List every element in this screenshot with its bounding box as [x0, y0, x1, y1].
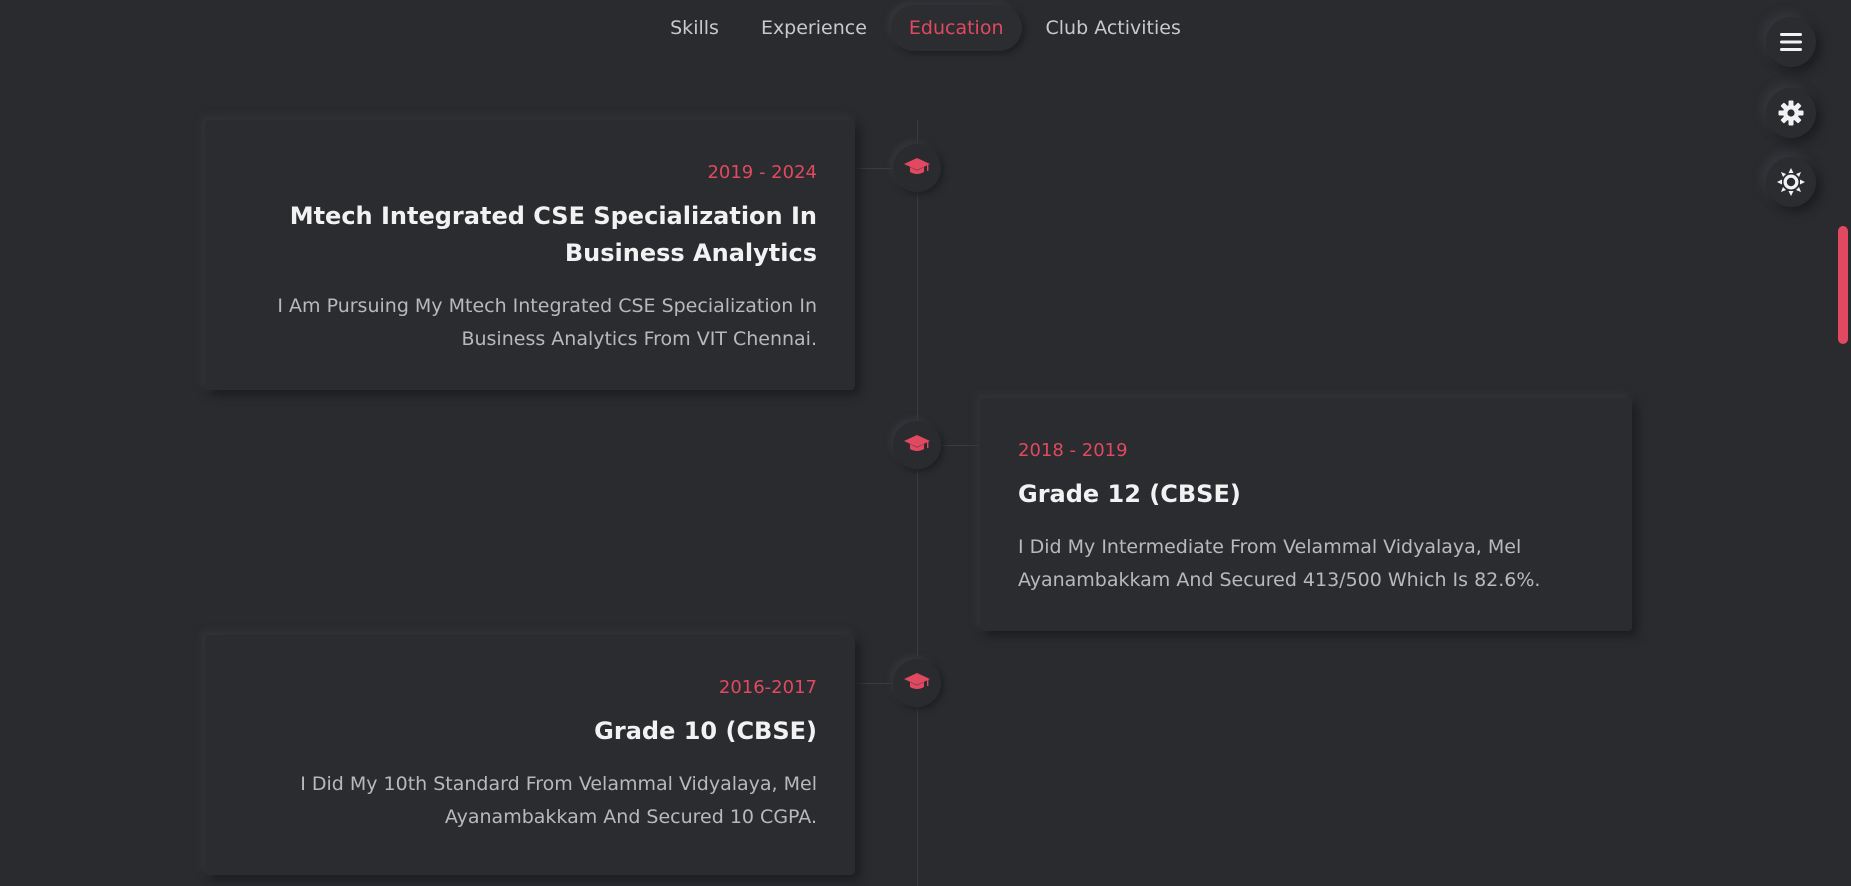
education-years: 2018 - 2019	[1018, 440, 1128, 461]
timeline-node	[893, 144, 941, 192]
timeline-connector	[856, 168, 894, 169]
scrollbar-thumb[interactable]	[1838, 226, 1848, 344]
education-title: Grade 12 (CBSE)	[1018, 480, 1241, 508]
education-description: I Did My Intermediate From Velammal Vidy…	[1018, 536, 1541, 591]
education-card: 2016-2017 Grade 10 (CBSE) I Did My 10th …	[205, 635, 855, 875]
timeline-connector	[941, 445, 979, 446]
sun-icon	[1777, 168, 1805, 196]
graduation-cap-icon	[904, 156, 930, 180]
education-years: 2016-2017	[718, 677, 817, 698]
education-card: 2019 - 2024 Mtech Integrated CSE Special…	[205, 120, 855, 390]
section-tabs: Skills Experience Education Club Activit…	[0, 5, 1851, 51]
settings-button[interactable]	[1766, 88, 1816, 138]
education-title: Mtech Integrated CSE Specialization In B…	[289, 202, 817, 267]
timeline-node	[893, 421, 941, 469]
timeline-line	[917, 120, 918, 886]
tab-education[interactable]: Education	[890, 5, 1022, 51]
education-description: I Did My 10th Standard From Velammal Vid…	[300, 773, 817, 828]
menu-button[interactable]	[1766, 17, 1816, 67]
tab-experience[interactable]: Experience	[743, 5, 885, 51]
education-years: 2019 - 2024	[707, 162, 817, 183]
timeline-connector	[856, 683, 894, 684]
scrollbar-track[interactable]	[1835, 0, 1851, 886]
education-description: I Am Pursuing My Mtech Integrated CSE Sp…	[277, 295, 817, 350]
theme-toggle-button[interactable]	[1766, 157, 1816, 207]
education-page: Skills Experience Education Club Activit…	[0, 0, 1851, 886]
education-title: Grade 10 (CBSE)	[594, 717, 817, 745]
tab-skills[interactable]: Skills	[652, 5, 737, 51]
tab-club-activities[interactable]: Club Activities	[1028, 5, 1199, 51]
education-card: 2018 - 2019 Grade 12 (CBSE) I Did My Int…	[980, 398, 1632, 631]
hamburger-menu-icon	[1780, 32, 1802, 52]
timeline-node	[893, 659, 941, 707]
graduation-cap-icon	[904, 433, 930, 457]
graduation-cap-icon	[904, 671, 930, 695]
gear-icon	[1778, 100, 1804, 126]
